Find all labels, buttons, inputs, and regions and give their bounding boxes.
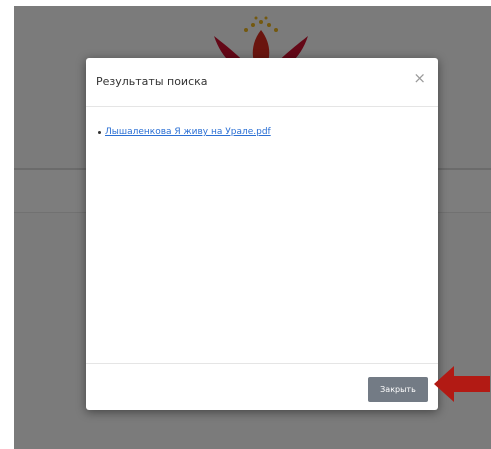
close-button[interactable]: Закрыть <box>368 377 428 402</box>
list-item: Лышаленкова Я живу на Урале.pdf <box>98 127 271 137</box>
page-background: Результаты поиска × Лышаленкова Я живу н… <box>14 6 491 449</box>
result-link[interactable]: Лышаленкова Я живу на Урале.pdf <box>105 127 271 137</box>
search-results-dialog: Результаты поиска × Лышаленкова Я живу н… <box>86 58 438 410</box>
red-arrow-icon <box>434 366 490 402</box>
dialog-body: Лышаленкова Я живу на Урале.pdf <box>86 107 438 363</box>
search-results-list: Лышаленкова Я живу на Урале.pdf <box>98 127 271 137</box>
bullet-icon <box>98 130 101 134</box>
dialog-header: Результаты поиска × <box>86 58 438 107</box>
close-icon[interactable]: × <box>413 71 426 86</box>
dialog-footer: Закрыть <box>86 363 438 411</box>
dialog-title: Результаты поиска <box>96 75 208 88</box>
